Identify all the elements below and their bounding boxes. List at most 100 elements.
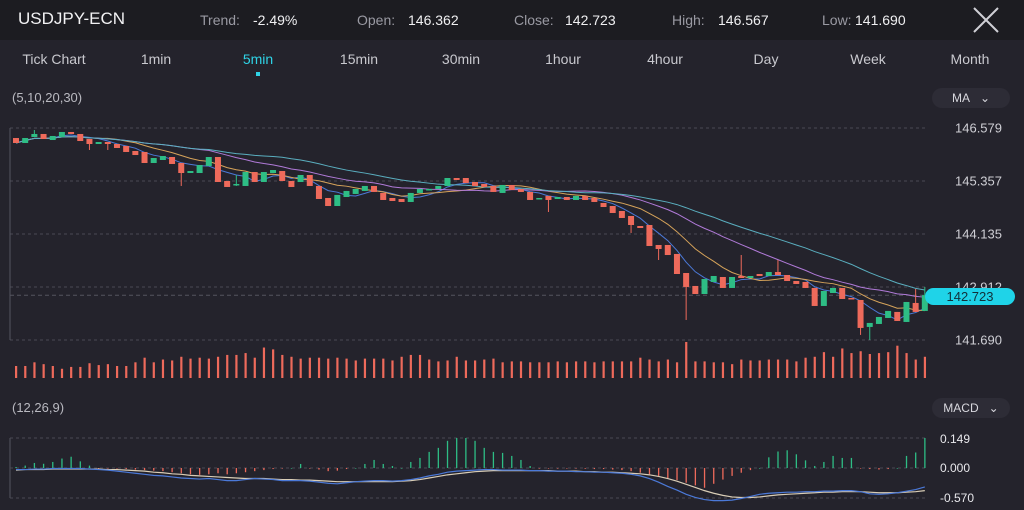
candle-down (224, 180, 231, 187)
macd-histogram-bar (373, 459, 375, 468)
volume-bar (391, 360, 394, 378)
candle-down (315, 185, 322, 199)
volume-bar (877, 353, 881, 378)
candle-up (187, 171, 194, 174)
macd-histogram-bar (694, 468, 697, 486)
volume-bar (244, 353, 247, 378)
candle-up (343, 190, 350, 197)
macd-histogram-bar (501, 452, 504, 468)
volume-bar (584, 361, 587, 378)
candle-up (747, 275, 754, 278)
macd-histogram-bar (630, 468, 632, 472)
macd-histogram-bar (676, 468, 678, 481)
candle-up (444, 177, 451, 186)
candle-up (159, 156, 166, 161)
candle-up (352, 188, 359, 194)
macd-histogram-bar (52, 461, 54, 468)
macd-histogram-bar (465, 438, 467, 468)
volume-bar (327, 358, 330, 378)
volume-bar (795, 361, 798, 378)
macd-histogram-bar (823, 461, 825, 468)
macd-histogram-bar (557, 468, 559, 469)
candle-up (572, 195, 579, 200)
macd-histogram-bar (254, 468, 256, 472)
macd-histogram-bar (61, 458, 63, 468)
volume-bar (574, 361, 578, 378)
macd-histogram-bar (33, 462, 36, 468)
macd-histogram-bar (217, 468, 219, 474)
volume-bar (428, 359, 431, 378)
macd-histogram-bar (685, 468, 687, 483)
volume-bar (767, 359, 770, 378)
macd-histogram-bar (272, 468, 274, 470)
volume-bar (33, 362, 36, 378)
candle-up (49, 135, 56, 141)
volume-bar (125, 366, 128, 378)
candle-down (123, 145, 130, 152)
macd-histogram-bar (171, 468, 173, 473)
candle-down (774, 272, 781, 275)
candle-down (600, 202, 607, 208)
volume-bar (437, 361, 440, 378)
candle-up (361, 185, 368, 191)
macd-histogram-bar (428, 451, 430, 468)
macd-histogram-bar (70, 456, 72, 468)
candle-up (903, 301, 910, 322)
volume-bar (841, 348, 844, 378)
volume-bar (15, 366, 18, 378)
macd-tick-label: 0.149 (940, 432, 971, 446)
candle-up (866, 322, 873, 327)
volume-bar (409, 354, 412, 378)
volume-bar (685, 342, 688, 378)
candle-down (288, 180, 295, 187)
volume-bar (115, 366, 119, 378)
candle-down (86, 139, 93, 145)
volume-bar (198, 357, 201, 378)
macd-line (16, 467, 925, 502)
signal-line (15, 468, 925, 499)
candle-down (664, 244, 671, 256)
volume-bar (336, 357, 339, 378)
volume-bar (822, 352, 826, 378)
candle-down (453, 177, 460, 180)
volume-bar (60, 368, 64, 378)
volume-bar (703, 361, 706, 378)
macd-histogram-bar (492, 451, 495, 468)
candle-up (885, 310, 892, 318)
macd-histogram-bar (309, 468, 311, 469)
volume-bar (896, 345, 899, 378)
macd-histogram-bar (814, 465, 816, 468)
macd-histogram-bar (658, 468, 660, 476)
candle-down (472, 181, 478, 186)
macd-histogram-bar (740, 468, 742, 473)
volume-bar (510, 361, 513, 378)
macd-histogram-bar (648, 468, 651, 475)
macd-histogram-bar (446, 440, 449, 468)
y-tick-label: 146.579 (955, 120, 1002, 136)
volume-bar (70, 366, 73, 378)
candle-up (407, 192, 414, 202)
candle-up (830, 287, 837, 293)
volume-bar (106, 364, 109, 378)
macd-histogram-bar (456, 438, 458, 468)
candle-down (802, 281, 809, 288)
macd-histogram-bar (318, 468, 320, 470)
volume-bar (721, 362, 725, 378)
candle-down (738, 275, 745, 278)
candle-down (545, 195, 552, 200)
volume-bar (345, 358, 348, 378)
candle-down (77, 133, 84, 142)
price-chart[interactable] (0, 0, 1024, 510)
macd-histogram-bar (768, 457, 770, 468)
macd-histogram-bar (88, 465, 91, 468)
macd-histogram-bar (290, 468, 293, 469)
macd-histogram-bar (703, 468, 706, 488)
macd-histogram-bar (841, 457, 843, 468)
volume-bar (354, 360, 357, 378)
candle-down (508, 184, 515, 190)
macd-histogram-bar (143, 468, 146, 471)
macd-histogram-bar (896, 468, 898, 469)
candle-up (536, 197, 543, 200)
macd-histogram-bar (391, 465, 394, 468)
candle-up (270, 170, 277, 174)
